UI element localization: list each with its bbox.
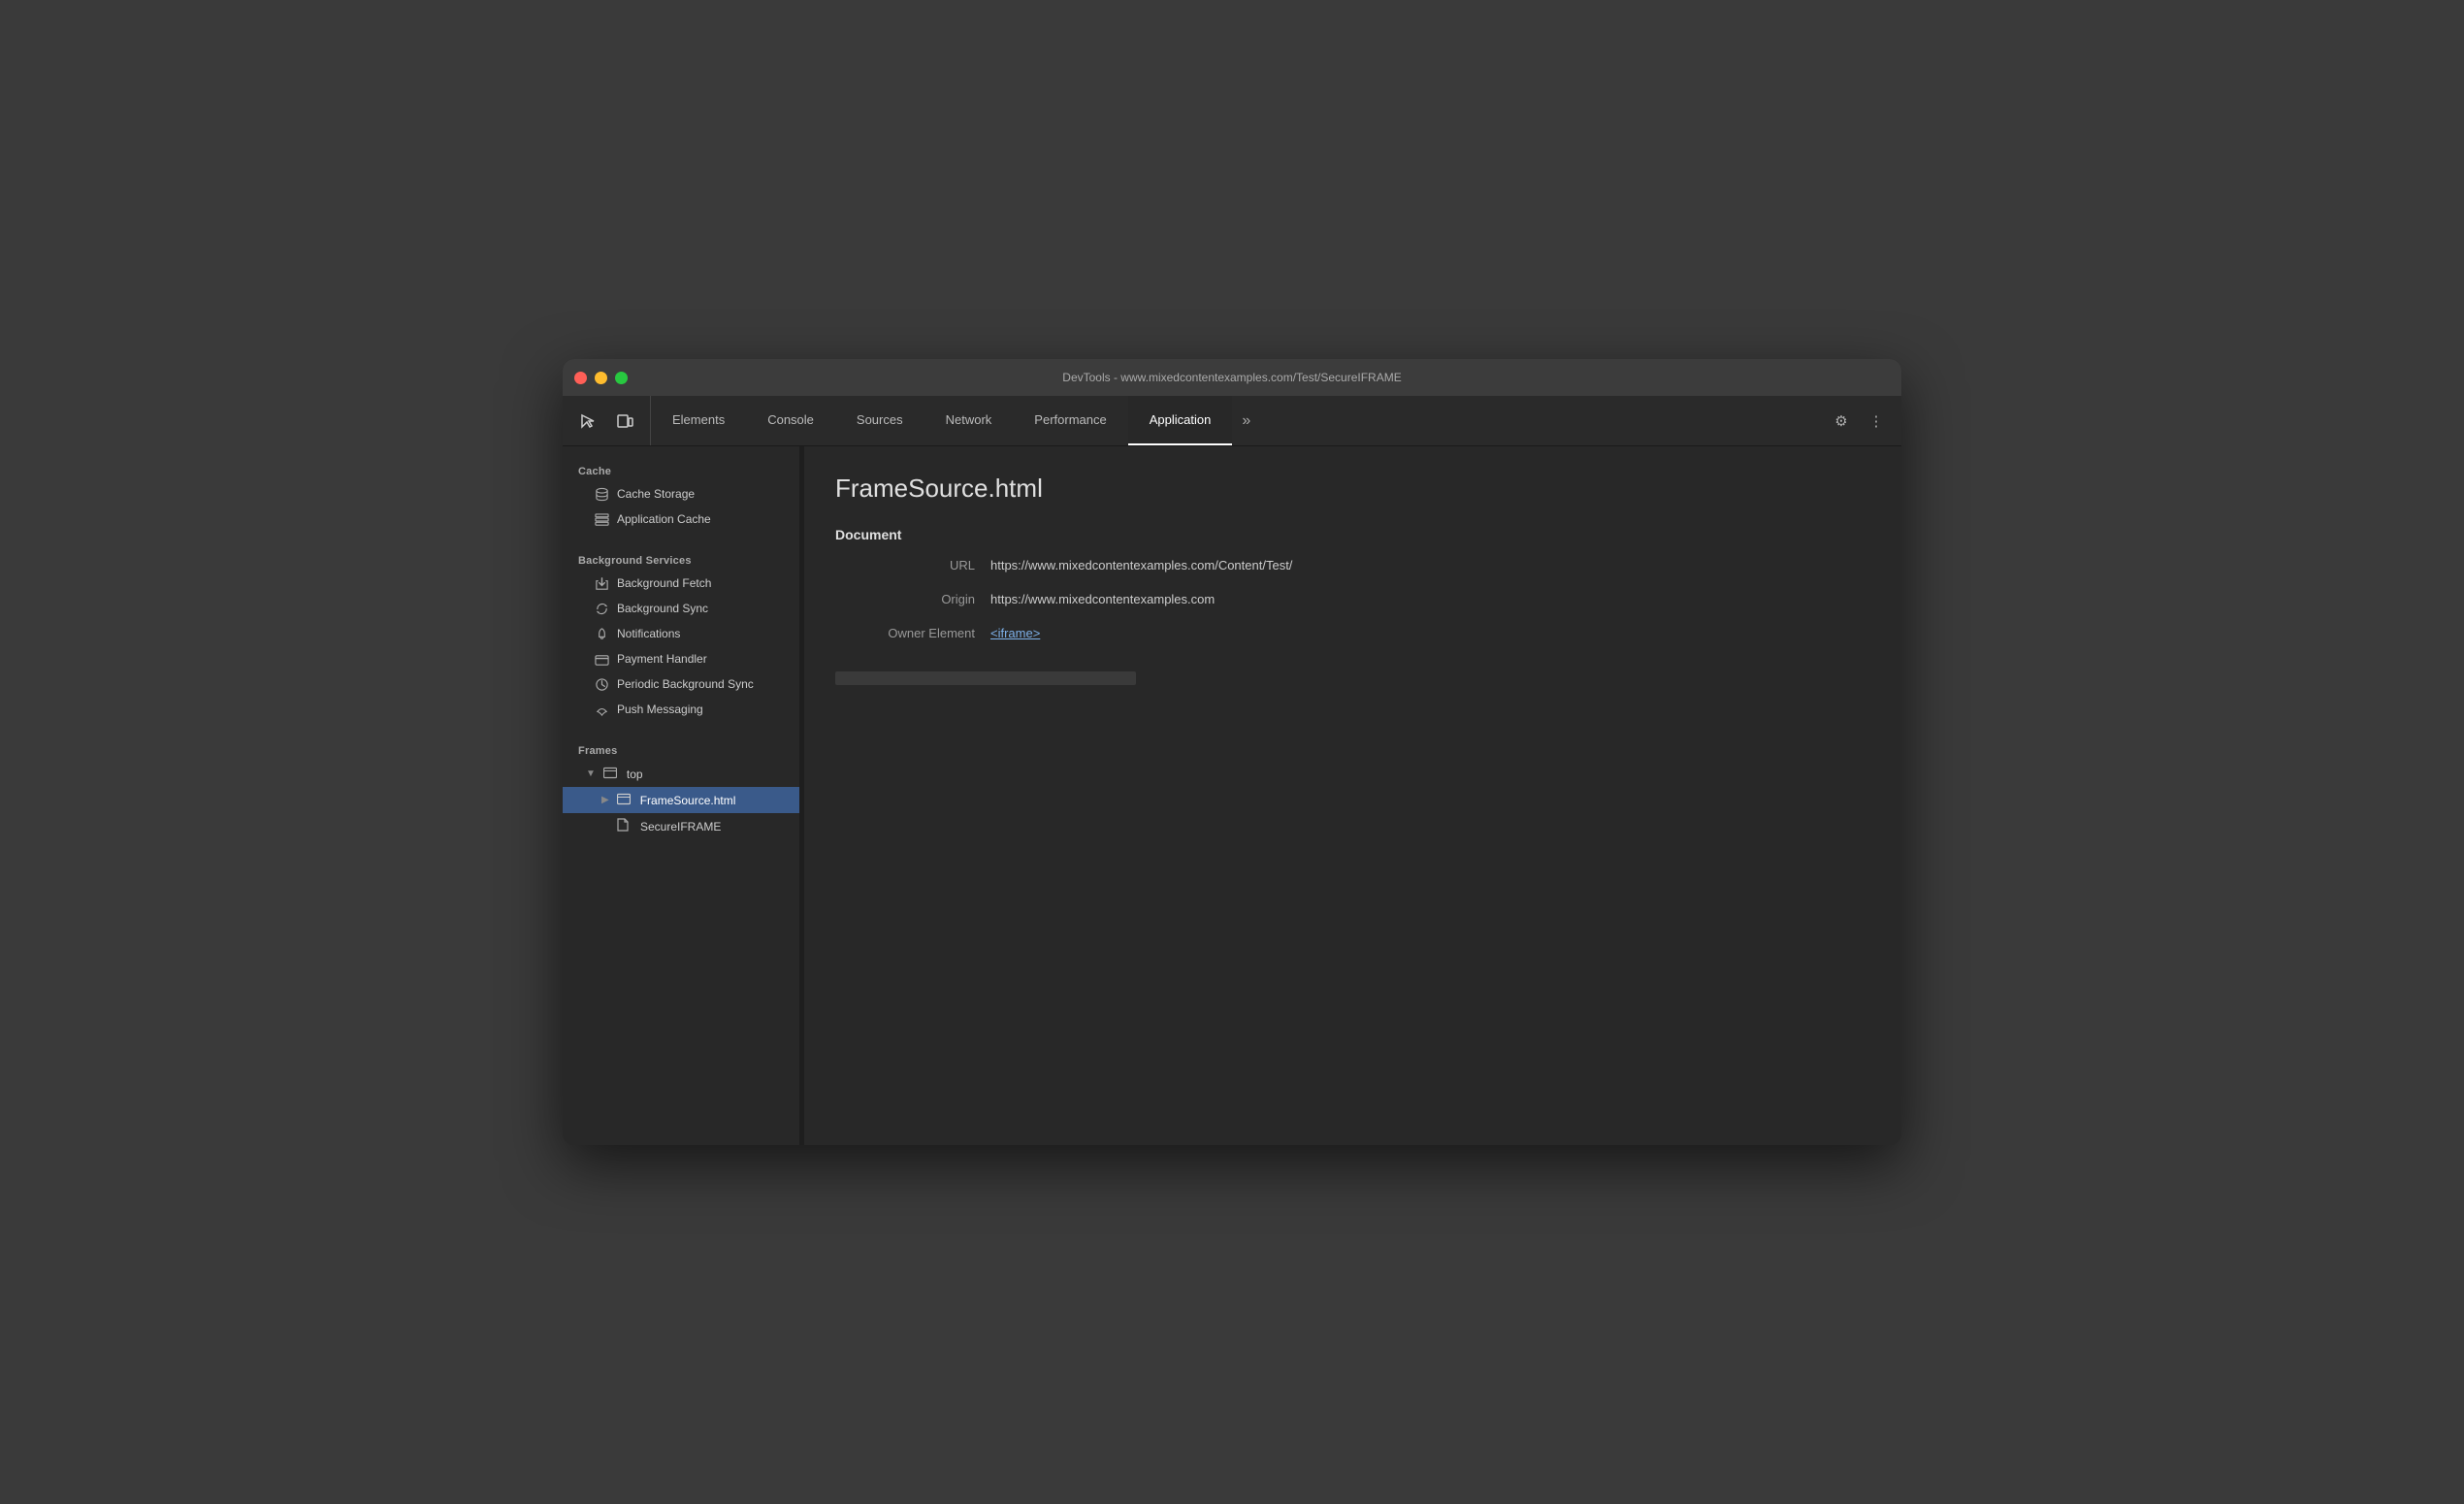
secureiframe-file-icon	[617, 818, 629, 834]
secureiframe-label: SecureIFRAME	[640, 820, 721, 834]
maximize-button[interactable]	[615, 372, 628, 384]
sidebar: Cache Cache Storage	[563, 446, 800, 1145]
window-title: DevTools - www.mixedcontentexamples.com/…	[1062, 371, 1401, 384]
spacer-1	[563, 532, 799, 547]
progress-bar	[835, 671, 1136, 685]
close-button[interactable]	[574, 372, 587, 384]
background-fetch-icon	[594, 575, 609, 591]
main-content: Cache Cache Storage	[563, 446, 1901, 1145]
application-cache-icon	[594, 511, 609, 527]
content-inner: FrameSource.html Document URL https://ww…	[804, 446, 1901, 1145]
periodic-bg-sync-icon	[594, 676, 609, 692]
traffic-lights	[574, 372, 628, 384]
toolbar-left-icons	[563, 396, 651, 445]
toolbar: Elements Console Sources Network Perform…	[563, 396, 1901, 446]
sidebar-item-background-sync[interactable]: Background Sync	[563, 596, 799, 621]
frames-tree-secureiframe[interactable]: SecureIFRAME	[563, 813, 799, 839]
info-grid: URL https://www.mixedcontentexamples.com…	[835, 558, 1870, 640]
settings-button[interactable]: ⚙	[1828, 408, 1855, 435]
origin-label: Origin	[835, 592, 990, 606]
top-label: top	[627, 768, 643, 781]
more-tabs-button[interactable]: »	[1232, 396, 1260, 445]
toolbar-right: ⚙ ⋮	[1816, 396, 1901, 445]
document-section-header: Document	[835, 527, 1870, 542]
content-panel: FrameSource.html Document URL https://ww…	[804, 446, 1901, 1145]
frames-section-header: Frames	[563, 737, 799, 761]
owner-element-label: Owner Element	[835, 626, 990, 640]
tab-elements[interactable]: Elements	[651, 396, 746, 445]
minimize-button[interactable]	[595, 372, 607, 384]
periodic-bg-sync-label: Periodic Background Sync	[617, 677, 754, 691]
sidebar-item-cache-storage[interactable]: Cache Storage	[563, 481, 799, 507]
cache-section-header: Cache	[563, 458, 799, 481]
url-label: URL	[835, 558, 990, 572]
more-options-button[interactable]: ⋮	[1863, 408, 1890, 435]
sidebar-item-background-fetch[interactable]: Background Fetch	[563, 571, 799, 596]
cache-storage-icon	[594, 486, 609, 502]
tabs: Elements Console Sources Network Perform…	[651, 396, 1816, 445]
payment-handler-icon	[594, 651, 609, 667]
tab-network[interactable]: Network	[924, 396, 1014, 445]
title-bar: DevTools - www.mixedcontentexamples.com/…	[563, 359, 1901, 396]
page-title: FrameSource.html	[835, 474, 1870, 504]
cache-storage-label: Cache Storage	[617, 487, 695, 501]
tab-application[interactable]: Application	[1128, 396, 1233, 445]
framesource-label: FrameSource.html	[640, 794, 736, 807]
sidebar-item-application-cache[interactable]: Application Cache	[563, 507, 799, 532]
inspect-icon[interactable]	[572, 406, 603, 437]
payment-handler-label: Payment Handler	[617, 652, 707, 666]
device-icon[interactable]	[609, 406, 640, 437]
sidebar-item-push-messaging[interactable]: Push Messaging	[563, 697, 799, 722]
frames-tree-framesource[interactable]: ▶ FrameSource.html	[563, 787, 799, 813]
tab-sources[interactable]: Sources	[835, 396, 924, 445]
background-sync-label: Background Sync	[617, 602, 708, 615]
bg-services-section-header: Background Services	[563, 547, 799, 571]
push-messaging-icon	[594, 702, 609, 717]
background-fetch-label: Background Fetch	[617, 576, 711, 590]
spacer-2	[563, 722, 799, 737]
top-folder-icon	[603, 766, 617, 782]
owner-element-value[interactable]: <iframe>	[990, 626, 1870, 640]
devtools-window: DevTools - www.mixedcontentexamples.com/…	[563, 359, 1901, 1145]
top-arrow: ▼	[586, 768, 596, 779]
notifications-icon	[594, 626, 609, 641]
sidebar-item-periodic-bg-sync[interactable]: Periodic Background Sync	[563, 671, 799, 697]
application-cache-label: Application Cache	[617, 512, 711, 526]
notifications-label: Notifications	[617, 627, 680, 640]
resize-handle[interactable]	[800, 446, 804, 1145]
sidebar-item-notifications[interactable]: Notifications	[563, 621, 799, 646]
framesource-arrow: ▶	[601, 795, 609, 805]
push-messaging-label: Push Messaging	[617, 703, 703, 716]
tab-console[interactable]: Console	[746, 396, 835, 445]
frames-tree-top[interactable]: ▼ top	[563, 761, 799, 787]
tab-performance[interactable]: Performance	[1013, 396, 1127, 445]
sidebar-item-payment-handler[interactable]: Payment Handler	[563, 646, 799, 671]
background-sync-icon	[594, 601, 609, 616]
url-value: https://www.mixedcontentexamples.com/Con…	[990, 558, 1870, 572]
origin-value: https://www.mixedcontentexamples.com	[990, 592, 1870, 606]
framesource-folder-icon	[617, 792, 631, 808]
